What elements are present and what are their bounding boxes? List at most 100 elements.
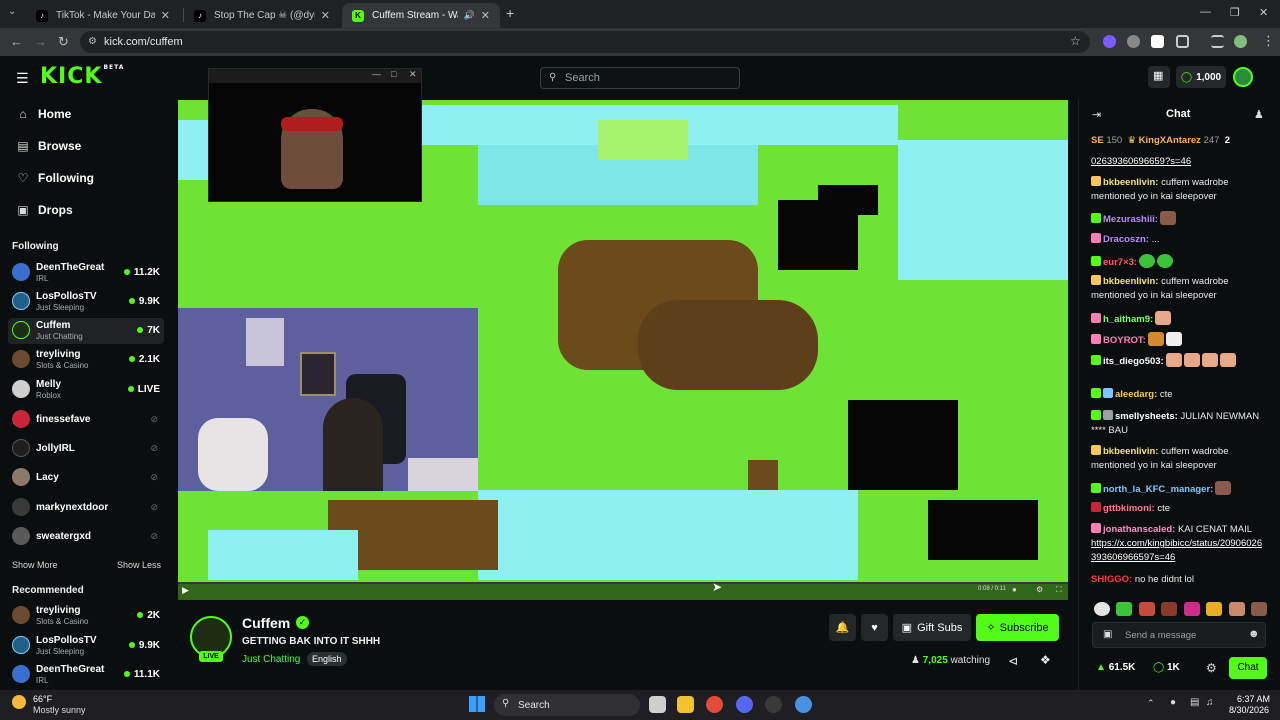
chat-username[interactable]: bkbeenlivin:	[1103, 276, 1158, 287]
maximize-icon[interactable]: □	[391, 69, 396, 79]
browser-menu-icon[interactable]: ⋮	[1262, 33, 1275, 49]
sidebar-item-drops[interactable]: ▣ Drops	[16, 203, 72, 217]
close-window-icon[interactable]: ✕	[1259, 6, 1268, 19]
fullscreen-icon[interactable]: ⛶	[1056, 585, 1062, 595]
sidebar-item-home[interactable]: ⌂ Home	[16, 107, 71, 121]
channel-name[interactable]: Cuffem	[242, 615, 290, 631]
chat-username[interactable]: SHIGGO:	[1091, 574, 1132, 585]
recommended-channel-row[interactable]: LosPollosTV Just Sleeping 9.9K	[8, 633, 164, 659]
language-tag[interactable]: English	[307, 652, 347, 666]
emote-icon[interactable]	[1161, 602, 1178, 616]
following-channel-row[interactable]: Lacy ⊘	[8, 465, 164, 491]
chat-link[interactable]: 02639360696659?s=46	[1091, 156, 1191, 167]
extension-icon[interactable]	[1151, 35, 1164, 48]
address-bar[interactable]: ⚙ kick.com/cuffem ☆	[80, 31, 1090, 53]
recommended-channel-row[interactable]: DeenTheGreat IRL 11.1K	[8, 662, 164, 688]
site-info-icon[interactable]: ⚙	[88, 36, 97, 47]
collapse-chat-icon[interactable]: ⇥	[1092, 108, 1101, 121]
chat-users-icon[interactable]: ♟	[1254, 108, 1264, 121]
chat-username[interactable]: eur7×3:	[1103, 257, 1137, 268]
show-more-button[interactable]: Show More	[12, 560, 58, 570]
steam-icon[interactable]	[765, 696, 782, 713]
dashboard-button[interactable]: ▦	[1148, 66, 1170, 88]
channel-points-stat[interactable]: ▲ 61.5K	[1096, 662, 1135, 673]
chat-username[interactable]: its_diego503:	[1103, 356, 1164, 367]
extension-icon[interactable]	[1127, 35, 1140, 48]
close-tab-icon[interactable]: ✕	[321, 9, 330, 22]
media-icon[interactable]	[1211, 35, 1224, 48]
chat-username[interactable]: h_aitham9:	[1103, 314, 1153, 325]
chat-username[interactable]: Dracoszn:	[1103, 234, 1149, 245]
emoji-picker-icon[interactable]: ☻	[1248, 628, 1260, 640]
minimize-icon[interactable]: —	[1200, 6, 1211, 18]
following-channel-row[interactable]: markynextdoor ⊘	[8, 495, 164, 521]
show-less-button[interactable]: Show Less	[117, 560, 161, 570]
audio-icon[interactable]: 🔊	[464, 10, 475, 21]
volume-icon[interactable]: ♫	[1206, 697, 1214, 708]
share-icon[interactable]: ⊲	[1008, 654, 1018, 668]
menu-icon[interactable]: ☰	[16, 70, 29, 87]
taskbar-search[interactable]: ⚲ Search	[494, 694, 640, 716]
new-tab-icon[interactable]: +	[506, 5, 514, 21]
weather-icon[interactable]	[12, 695, 26, 709]
taskbar-date[interactable]: 8/30/2026	[1229, 705, 1269, 715]
notification-bell-button[interactable]: 🔔	[829, 614, 856, 641]
close-icon[interactable]: ✕	[409, 69, 417, 80]
minimize-icon[interactable]: —	[372, 69, 381, 79]
emote-icon[interactable]	[1251, 602, 1268, 616]
following-channel-row[interactable]: Melly Roblox LIVE	[8, 377, 164, 403]
network-icon[interactable]: ▤	[1190, 697, 1199, 708]
chat-username[interactable]: jonathanscaled:	[1103, 524, 1175, 535]
close-tab-icon[interactable]: ✕	[481, 9, 490, 22]
forward-icon[interactable]: →	[34, 34, 47, 49]
chat-username[interactable]: BOYROT:	[1103, 335, 1146, 346]
chat-username[interactable]: Mezurashiii:	[1103, 214, 1158, 225]
chat-gear-icon[interactable]: ⚙	[1206, 661, 1217, 675]
tray-chevron-icon[interactable]: ⌃	[1147, 698, 1155, 709]
kick-coins-stat[interactable]: ◯ 1K	[1153, 662, 1180, 673]
kick-logo[interactable]: KICKBETA	[40, 64, 124, 89]
emote-icon[interactable]	[1206, 602, 1223, 616]
chat-username[interactable]: gttbkimoni:	[1103, 503, 1155, 514]
emote-icon[interactable]	[1138, 602, 1155, 616]
volume-icon[interactable]: ●	[1012, 585, 1017, 594]
chat-username[interactable]: north_la_KFC_manager:	[1103, 484, 1213, 495]
close-tab-icon[interactable]: ✕	[161, 9, 170, 22]
stream-category-link[interactable]: Just Chatting	[242, 654, 300, 665]
back-icon[interactable]: ←	[10, 34, 23, 49]
gift-subs-button[interactable]: ▣ Gift Subs	[893, 614, 971, 641]
follow-heart-button[interactable]: ♥	[861, 614, 888, 641]
tab-search-chevron-icon[interactable]: ⌄	[8, 6, 16, 17]
send-chat-button[interactable]: Chat	[1229, 657, 1267, 679]
following-channel-row[interactable]: sweatergxd ⊘	[8, 524, 164, 550]
more-options-icon[interactable]: ❖	[1040, 653, 1051, 667]
puzzle-icon[interactable]	[1176, 35, 1189, 48]
recommended-channel-row[interactable]: treyliving Slots & Casino 2K	[8, 603, 164, 629]
chat-message-input[interactable]: ▣ Send a message ☻	[1092, 622, 1266, 648]
file-explorer-icon[interactable]	[677, 696, 694, 713]
points-button[interactable]: ◯ 1,000	[1176, 66, 1226, 88]
reload-icon[interactable]: ↻	[58, 34, 69, 50]
maximize-icon[interactable]: ❐	[1230, 6, 1240, 19]
bookmark-star-icon[interactable]: ☆	[1070, 34, 1081, 48]
profile-avatar-icon[interactable]	[1234, 35, 1247, 48]
tab-cuffem-stream[interactable]: K Cuffem Stream - Watch Live 🔊 ✕	[342, 3, 500, 28]
chat-username[interactable]: bkbeenlivin:	[1103, 177, 1158, 188]
emote-icon[interactable]	[1183, 602, 1200, 616]
sidebar-item-following[interactable]: ♡ Following	[16, 171, 94, 185]
chrome-icon[interactable]	[706, 696, 723, 713]
sidebar-item-browse[interactable]: ▤ Browse	[16, 139, 81, 153]
following-channel-row[interactable]: treyliving Slots & Casino 2.1K	[8, 347, 164, 373]
windows-start-icon[interactable]	[469, 696, 485, 712]
chat-link[interactable]: https://x.com/kingbibicc/status/20906026…	[1091, 538, 1262, 563]
taskbar-time[interactable]: 6:37 AM	[1237, 694, 1270, 704]
following-channel-row[interactable]: finessefave ⊘	[8, 407, 164, 433]
emote-icon[interactable]	[1116, 602, 1133, 616]
tab-stop-the-cap[interactable]: ♪ Stop The Cap ☠ (@dymestayp ✕	[184, 3, 340, 28]
chrome-active-icon[interactable]	[795, 696, 812, 713]
emote-icon[interactable]	[1094, 602, 1110, 616]
emote-icon[interactable]	[1228, 602, 1245, 616]
chat-username[interactable]: bkbeenlivin:	[1103, 446, 1158, 457]
settings-icon[interactable]: ⚙	[1036, 585, 1043, 594]
discord-icon[interactable]	[736, 696, 753, 713]
